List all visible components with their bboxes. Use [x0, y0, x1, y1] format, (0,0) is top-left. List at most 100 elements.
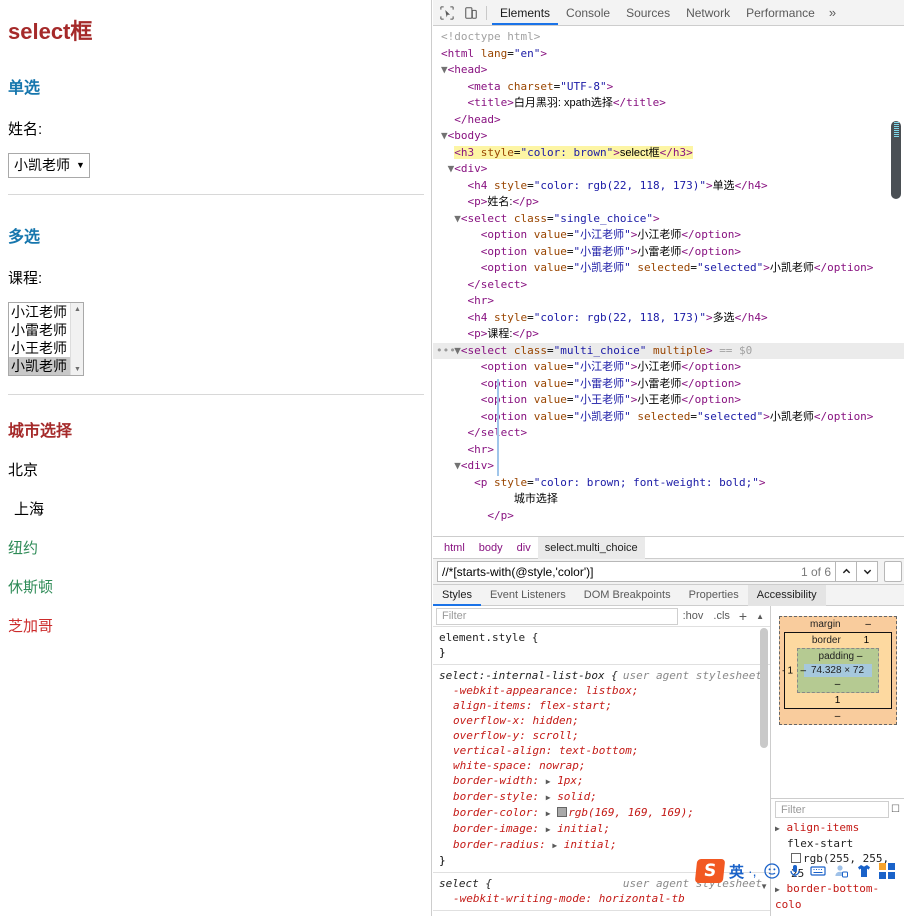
- dom-line[interactable]: ▼<select class="single_choice">: [433, 211, 904, 228]
- dom-line[interactable]: </head>: [433, 112, 904, 129]
- list-item[interactable]: 小王老师: [9, 339, 70, 357]
- dom-line[interactable]: <h4 style="color: rgb(22, 118, 173)">多选<…: [433, 310, 904, 327]
- search-prev-button[interactable]: [836, 561, 857, 582]
- subtab-properties[interactable]: Properties: [680, 585, 748, 606]
- dom-line[interactable]: <p>姓名:</p>: [433, 194, 904, 211]
- dom-line[interactable]: <option value="小雷老师">小雷老师</option>: [433, 376, 904, 393]
- computed-row[interactable]: ▶ align-items: [775, 820, 904, 836]
- emoji-icon[interactable]: [762, 861, 782, 881]
- multi-choice-select[interactable]: 小江老师 小雷老师 小王老师 小凯老师 ▲ ▼: [8, 302, 84, 376]
- dom-line[interactable]: <hr>: [433, 293, 904, 310]
- dom-tree[interactable]: <!doctype html> <html lang="en"> ▼<head>…: [433, 26, 904, 536]
- dom-line[interactable]: <title>白月黑羽: xpath选择</title>: [433, 95, 904, 112]
- dom-line[interactable]: <html lang="en">: [433, 46, 904, 63]
- skin-icon[interactable]: [854, 861, 874, 881]
- user-icon[interactable]: [831, 861, 851, 881]
- box-model-content-size[interactable]: 74.328 × 72: [803, 664, 872, 677]
- css-declaration[interactable]: border-radius: ▶ initial;: [439, 837, 764, 853]
- computed-value: flex-start: [787, 837, 854, 850]
- search-close-button[interactable]: [884, 561, 902, 582]
- dom-line[interactable]: </select>: [433, 277, 904, 294]
- dom-line[interactable]: <option value="小凯老师" selected="selected"…: [433, 260, 904, 277]
- ime-language-indicator[interactable]: 英: [729, 861, 744, 882]
- computed-filter-input[interactable]: Filter: [775, 801, 890, 818]
- color-swatch[interactable]: [557, 807, 568, 817]
- dom-line[interactable]: </p>: [433, 508, 904, 525]
- dom-line-highlighted[interactable]: <h3 style="color: brown">select框</h3>: [433, 145, 904, 162]
- css-declaration[interactable]: -webkit-appearance: listbox;: [439, 683, 764, 698]
- subtab-styles[interactable]: Styles: [433, 585, 481, 606]
- list-item-selected[interactable]: 小凯老师: [9, 357, 70, 375]
- computed-options-icon[interactable]: ☐: [891, 804, 904, 815]
- subtab-dom-breakpoints[interactable]: DOM Breakpoints: [575, 585, 680, 606]
- sogou-ime-toolbar[interactable]: S 英 ·,: [694, 857, 904, 885]
- ime-punctuation-icon[interactable]: ·,: [748, 863, 757, 879]
- more-tabs-icon[interactable]: »: [823, 5, 842, 20]
- dom-line[interactable]: <option value="小雷老师">小雷老师</option>: [433, 244, 904, 261]
- element-style-rule[interactable]: element.style { }: [433, 627, 770, 665]
- dom-line[interactable]: 城市选择: [433, 491, 904, 508]
- css-declaration[interactable]: border-image: ▶ initial;: [439, 821, 764, 837]
- cls-toggle[interactable]: .cls: [708, 610, 735, 622]
- breadcrumb-item-div[interactable]: div: [510, 537, 538, 559]
- list-item[interactable]: 小江老师: [9, 303, 70, 321]
- apps-grid-icon[interactable]: [877, 861, 897, 881]
- dom-line[interactable]: ▼<body>: [433, 128, 904, 145]
- styles-scrollbar[interactable]: [760, 628, 768, 748]
- dom-line[interactable]: <p style="color: brown; font-weight: bol…: [433, 475, 904, 492]
- device-toolbar-icon[interactable]: [459, 1, 483, 25]
- scroll-up-icon[interactable]: ▲: [71, 303, 84, 315]
- multi-choice-scrollbar[interactable]: ▲ ▼: [70, 303, 83, 375]
- dom-line[interactable]: <option value="小江老师">小江老师</option>: [433, 227, 904, 244]
- dom-line[interactable]: <p>课程:</p>: [433, 326, 904, 343]
- dom-line[interactable]: <hr>: [433, 442, 904, 459]
- dom-line[interactable]: ▼<div>: [433, 161, 904, 178]
- subtab-accessibility[interactable]: Accessibility: [747, 584, 826, 606]
- sogou-logo-icon[interactable]: S: [694, 859, 726, 883]
- hov-toggle[interactable]: :hov: [678, 610, 709, 622]
- breadcrumb-item-html[interactable]: html: [437, 537, 472, 559]
- subtab-event-listeners[interactable]: Event Listeners: [481, 585, 575, 606]
- css-declaration[interactable]: -webkit-writing-mode: horizontal-tb: [439, 891, 764, 906]
- css-declaration[interactable]: white-space: nowrap;: [439, 758, 764, 773]
- tab-elements[interactable]: Elements: [492, 0, 558, 25]
- scroll-up-caret-icon[interactable]: ▲: [751, 612, 770, 621]
- dom-line[interactable]: <option value="小凯老师" selected="selected"…: [433, 409, 904, 426]
- ua-listbox-rule[interactable]: select:-internal-list-box { user agent s…: [433, 665, 770, 873]
- scroll-down-icon[interactable]: ▼: [71, 363, 84, 375]
- search-box[interactable]: 1 of 6: [437, 561, 836, 582]
- dom-line[interactable]: <meta charset="UTF-8">: [433, 79, 904, 96]
- keyboard-icon[interactable]: [808, 861, 828, 881]
- computed-row[interactable]: ▶ border-bottom-colo: [775, 881, 904, 912]
- breadcrumb-item-body[interactable]: body: [472, 537, 510, 559]
- list-item[interactable]: 小雷老师: [9, 321, 70, 339]
- search-input[interactable]: [442, 564, 795, 579]
- dom-line[interactable]: <option value="小王老师">小王老师</option>: [433, 392, 904, 409]
- dom-line[interactable]: </select>: [433, 425, 904, 442]
- css-declaration[interactable]: border-style: ▶ solid;: [439, 789, 764, 805]
- search-next-button[interactable]: [857, 561, 878, 582]
- css-declaration[interactable]: overflow-y: scroll;: [439, 728, 764, 743]
- css-declaration[interactable]: border-color: ▶ rgb(169, 169, 169);: [439, 805, 764, 821]
- styles-filter-input[interactable]: Filter: [436, 607, 678, 625]
- tab-network[interactable]: Network: [678, 0, 738, 25]
- microphone-icon[interactable]: [785, 861, 805, 881]
- dom-line[interactable]: <!doctype html>: [433, 29, 904, 46]
- css-declaration[interactable]: align-items: flex-start;: [439, 698, 764, 713]
- dom-line[interactable]: <option value="小江老师">小江老师</option>: [433, 359, 904, 376]
- tab-performance[interactable]: Performance: [738, 0, 823, 25]
- inspect-cursor-icon[interactable]: [435, 1, 459, 25]
- breadcrumb-item-select[interactable]: select.multi_choice: [537, 536, 645, 559]
- new-style-rule-button[interactable]: +: [735, 608, 751, 624]
- dom-line[interactable]: <h4 style="color: rgb(22, 118, 173)">单选<…: [433, 178, 904, 195]
- dom-tree-scrollbar[interactable]: [891, 121, 901, 199]
- tab-console[interactable]: Console: [558, 0, 618, 25]
- dom-line[interactable]: ▼<head>: [433, 62, 904, 79]
- tab-sources[interactable]: Sources: [618, 0, 678, 25]
- dom-line-selected[interactable]: ••• ▼<select class="multi_choice" multip…: [433, 342, 904, 359]
- single-choice-select[interactable]: 小凯老师 ▼: [8, 153, 90, 178]
- dom-line[interactable]: ▼<div>: [433, 458, 904, 475]
- css-declaration[interactable]: overflow-x: hidden;: [439, 713, 764, 728]
- css-declaration[interactable]: vertical-align: text-bottom;: [439, 743, 764, 758]
- css-declaration[interactable]: border-width: ▶ 1px;: [439, 773, 764, 789]
